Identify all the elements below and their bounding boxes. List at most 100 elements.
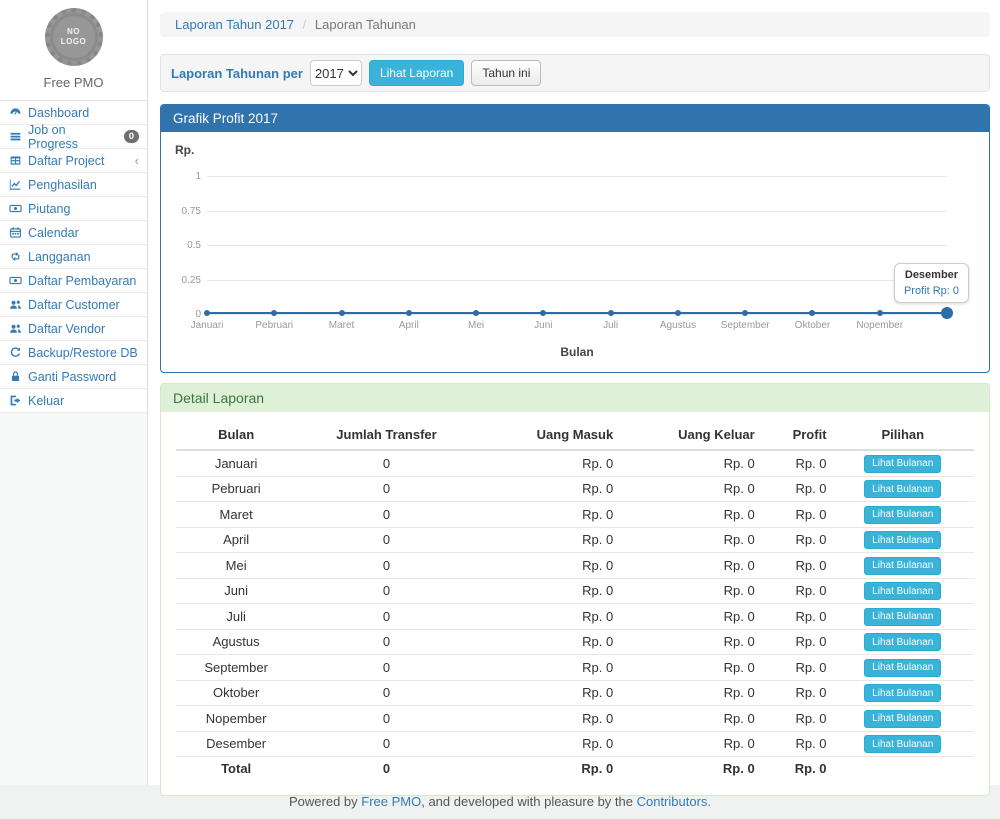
sidebar-item-label: Ganti Password xyxy=(28,370,116,384)
data-point-desember[interactable] xyxy=(941,307,953,319)
y-tick-label: 0.25 xyxy=(163,275,201,286)
count-badge: 0 xyxy=(124,130,139,144)
tahun-ini-button[interactable]: Tahun ini xyxy=(471,60,541,86)
calendar-icon xyxy=(8,226,22,239)
data-point-mei[interactable] xyxy=(473,310,479,316)
table-cell: 0 xyxy=(296,629,476,655)
data-point-pebruari[interactable] xyxy=(271,310,277,316)
sidebar-item-label: Penghasilan xyxy=(28,178,97,192)
sidebar-item-daftar-project[interactable]: Daftar Project‹ xyxy=(0,149,147,173)
lihat-bulanan-button[interactable]: Lihat Bulanan xyxy=(864,633,941,651)
x-tick-label: Juni xyxy=(534,320,552,331)
x-axis-title: Bulan xyxy=(207,345,947,359)
sidebar-item-label: Backup/Restore DB xyxy=(28,346,138,360)
table-cell: Rp. 0 xyxy=(618,502,759,528)
sign-out-icon xyxy=(8,394,22,407)
table-cell: Agustus xyxy=(176,629,296,655)
year-select[interactable]: 2017 xyxy=(310,60,362,86)
lihat-bulanan-button[interactable]: Lihat Bulanan xyxy=(864,735,941,753)
data-point-agustus[interactable] xyxy=(675,310,681,316)
lihat-bulanan-button[interactable]: Lihat Bulanan xyxy=(864,531,941,549)
sidebar-item-daftar-customer[interactable]: Daftar Customer xyxy=(0,293,147,317)
sidebar-header: NO LOGO Free PMO xyxy=(0,0,147,101)
table-cell: 0 xyxy=(296,731,476,757)
lihat-bulanan-button[interactable]: Lihat Bulanan xyxy=(864,480,941,498)
table-cell: Rp. 0 xyxy=(477,629,618,655)
free-pmo-link[interactable]: Free PMO xyxy=(361,794,421,809)
sidebar-item-daftar-vendor[interactable]: Daftar Vendor xyxy=(0,317,147,341)
table-cell: Rp. 0 xyxy=(618,578,759,604)
x-tick-label: Nopember xyxy=(856,320,903,331)
sidebar-item-label: Calendar xyxy=(28,226,79,240)
contributors-link[interactable]: Contributors. xyxy=(637,794,711,809)
retweet-icon xyxy=(8,250,22,263)
table-cell: Rp. 0 xyxy=(477,655,618,681)
action-cell: Lihat Bulanan xyxy=(832,578,974,604)
lihat-bulanan-button[interactable]: Lihat Bulanan xyxy=(864,608,941,626)
lihat-laporan-button[interactable]: Lihat Laporan xyxy=(369,60,464,86)
table-cell: 0 xyxy=(296,502,476,528)
x-tick-label: April xyxy=(399,320,419,331)
sidebar-item-piutang[interactable]: Piutang xyxy=(0,197,147,221)
lihat-bulanan-button[interactable]: Lihat Bulanan xyxy=(864,506,941,524)
table-cell: Rp. 0 xyxy=(477,527,618,553)
lihat-bulanan-button[interactable]: Lihat Bulanan xyxy=(864,582,941,600)
column-header: Uang Masuk xyxy=(477,420,618,450)
sidebar-item-label: Langganan xyxy=(28,250,91,264)
data-point-nopember[interactable] xyxy=(877,310,883,316)
table-cell: Rp. 0 xyxy=(760,527,832,553)
lihat-bulanan-button[interactable]: Lihat Bulanan xyxy=(864,659,941,677)
x-tick-label: Oktober xyxy=(795,320,831,331)
lihat-bulanan-button[interactable]: Lihat Bulanan xyxy=(864,710,941,728)
sidebar-item-job-on-progress[interactable]: Job on Progress0 xyxy=(0,125,147,149)
data-point-oktober[interactable] xyxy=(809,310,815,316)
sidebar-item-ganti-password[interactable]: Ganti Password xyxy=(0,365,147,389)
data-point-april[interactable] xyxy=(406,310,412,316)
app-layout: NO LOGO Free PMO DashboardJob on Progres… xyxy=(0,0,1000,785)
main-content: Laporan Tahun 2017 / Laporan Tahunan Lap… xyxy=(148,0,1000,785)
sidebar-item-penghasilan[interactable]: Penghasilan xyxy=(0,173,147,197)
data-point-maret[interactable] xyxy=(339,310,345,316)
table-cell: Desember xyxy=(176,731,296,757)
detail-table-wrapper: BulanJumlah TransferUang MasukUang Kelua… xyxy=(161,412,989,795)
refresh-icon xyxy=(8,346,22,359)
sidebar-item-langganan[interactable]: Langganan xyxy=(0,245,147,269)
table-cell: Rp. 0 xyxy=(618,680,759,706)
table-cell: 0 xyxy=(296,527,476,553)
table-cell: Juni xyxy=(176,578,296,604)
data-point-september[interactable] xyxy=(742,310,748,316)
column-header: Uang Keluar xyxy=(618,420,759,450)
table-cell: Maret xyxy=(176,502,296,528)
breadcrumb-current: Laporan Tahunan xyxy=(315,17,416,32)
data-point-januari[interactable] xyxy=(204,310,210,316)
sidebar-item-label: Daftar Pembayaran xyxy=(28,274,136,288)
sidebar-item-calendar[interactable]: Calendar xyxy=(0,221,147,245)
lihat-bulanan-button[interactable]: Lihat Bulanan xyxy=(864,455,941,473)
table-cell: Rp. 0 xyxy=(760,476,832,502)
profit-chart-panel: Grafik Profit 2017 Rp. 10.750.50.250 Jan… xyxy=(160,104,990,373)
sidebar-item-backup-restore-db[interactable]: Backup/Restore DB xyxy=(0,341,147,365)
table-cell: Rp. 0 xyxy=(618,553,759,579)
breadcrumb-link[interactable]: Laporan Tahun 2017 xyxy=(175,17,294,32)
data-point-juli[interactable] xyxy=(608,310,614,316)
table-cell: Rp. 0 xyxy=(760,450,832,476)
table-cell: Rp. 0 xyxy=(618,706,759,732)
sidebar-item-dashboard[interactable]: Dashboard xyxy=(0,101,147,125)
brand-name: Free PMO xyxy=(0,75,147,90)
sidebar-item-daftar-pembayaran[interactable]: Daftar Pembayaran xyxy=(0,269,147,293)
breadcrumb: Laporan Tahun 2017 / Laporan Tahunan xyxy=(160,12,990,37)
table-row: Agustus0Rp. 0Rp. 0Rp. 0Lihat Bulanan xyxy=(176,629,974,655)
sidebar-item-keluar[interactable]: Keluar xyxy=(0,389,147,413)
table-cell: 0 xyxy=(296,757,476,781)
lihat-bulanan-button[interactable]: Lihat Bulanan xyxy=(864,684,941,702)
table-cell: 0 xyxy=(296,553,476,579)
breadcrumb-separator: / xyxy=(303,17,307,32)
footer-text-prefix: Powered by xyxy=(289,794,361,809)
y-tick-label: 0.5 xyxy=(163,240,201,251)
table-cell: Rp. 0 xyxy=(477,502,618,528)
data-point-juni[interactable] xyxy=(540,310,546,316)
lihat-bulanan-button[interactable]: Lihat Bulanan xyxy=(864,557,941,575)
gridline: 0.5 xyxy=(207,245,947,246)
action-cell: Lihat Bulanan xyxy=(832,604,974,630)
sidebar-item-label: Daftar Vendor xyxy=(28,322,105,336)
